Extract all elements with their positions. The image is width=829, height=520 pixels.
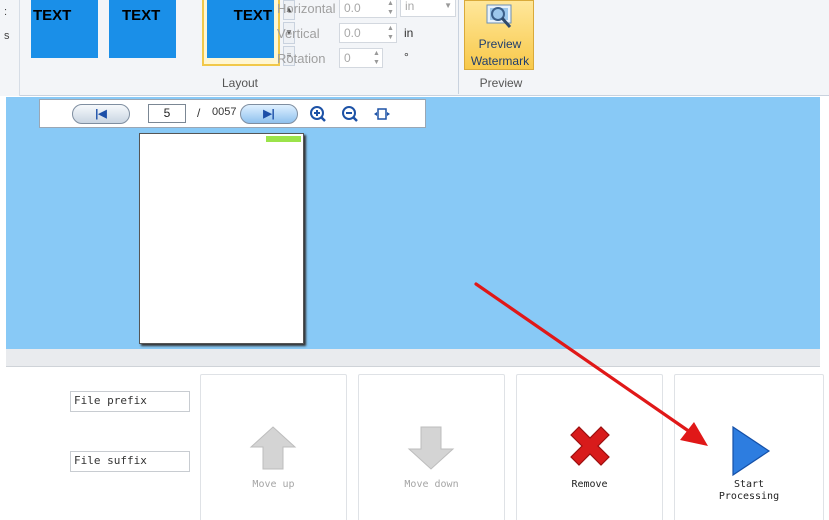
play-icon	[732, 425, 771, 477]
layout-thumbnail-left[interactable]: TEXT	[31, 0, 98, 58]
fit-page-icon[interactable]	[373, 105, 391, 123]
thumbnail-text: TEXT	[233, 7, 272, 24]
left-edge-glyph: :	[4, 6, 8, 18]
horizontal-unit: in	[405, 0, 415, 13]
left-edge-glyph: s	[4, 30, 10, 42]
zoom-in-icon[interactable]	[309, 105, 327, 123]
horizontal-value: 0.0	[344, 1, 361, 15]
page-separator: /	[197, 106, 201, 120]
horizontal-label: Horizontal	[277, 1, 336, 16]
preview-label-line2: Watermark	[470, 54, 530, 68]
rotation-unit: °	[404, 50, 409, 64]
ribbon-left-edge: : s	[0, 0, 20, 96]
thumbnail-text: TEXT	[122, 7, 161, 24]
first-page-button[interactable]: |◀	[72, 104, 130, 124]
preview-group: Preview Watermark Preview	[460, 0, 542, 94]
layout-thumbnail-center[interactable]: TEXT	[109, 0, 176, 58]
preview-label-line1: Preview	[478, 37, 522, 51]
remove-button[interactable]: Remove	[516, 374, 663, 520]
rotation-label: Rotation	[277, 51, 326, 66]
first-page-icon: |◀	[95, 108, 107, 120]
start-label-line1: Start	[733, 479, 765, 490]
horizontal-unit-select[interactable]: in ▼	[400, 0, 456, 17]
layout-thumbnail-right[interactable]: TEXT	[207, 0, 274, 58]
app-window: : s TEXT TEXT TEXT ▲ ▼ ≡ Horizontal 0.0	[0, 0, 829, 520]
zoom-out-icon[interactable]	[341, 105, 359, 123]
preview-group-caption: Preview	[479, 76, 523, 90]
page-total: 0057	[212, 106, 237, 118]
page-number-input[interactable]: 5	[148, 104, 186, 123]
start-processing-label: Start Processing	[675, 479, 823, 503]
panel-divider	[6, 349, 820, 367]
next-page-button[interactable]: ▶|	[240, 104, 298, 124]
remove-label: Remove	[571, 479, 608, 490]
start-label-line2: Processing	[718, 491, 780, 502]
rotation-spinner[interactable]: 0 ▲ ▼	[339, 48, 383, 68]
vertical-spinner[interactable]: 0.0 ▲ ▼	[339, 23, 397, 43]
red-x-icon	[570, 426, 610, 466]
watermark-mark	[266, 136, 301, 142]
vertical-label: Vertical	[277, 26, 320, 41]
horizontal-spinner[interactable]: 0.0 ▲ ▼	[339, 0, 397, 18]
ribbon: : s TEXT TEXT TEXT ▲ ▼ ≡ Horizontal 0.0	[0, 0, 829, 96]
move-up-label: Move up	[252, 479, 295, 490]
document-viewer: |◀ 5 / 0057 ▶|	[6, 97, 820, 349]
file-prefix-field[interactable]: File prefix	[70, 391, 190, 412]
arrow-down-icon	[407, 426, 455, 470]
move-up-button[interactable]: Move up	[200, 374, 347, 520]
page-navigation-bar: |◀ 5 / 0057 ▶|	[39, 99, 426, 128]
rotation-value: 0	[344, 51, 351, 65]
layout-group-caption: Layout	[221, 76, 259, 90]
move-down-label: Move down	[404, 479, 459, 490]
bottom-panel: File prefix File suffix Move up Move dow…	[0, 368, 829, 520]
vertical-value: 0.0	[344, 26, 361, 40]
preview-watermark-button[interactable]: Preview Watermark	[464, 0, 534, 70]
layout-group: TEXT TEXT TEXT ▲ ▼ ≡ Horizontal 0.0 ▲ ▼ i…	[22, 0, 459, 94]
file-suffix-field[interactable]: File suffix	[70, 451, 190, 472]
spin-arrows-icon[interactable]: ▲ ▼	[385, 24, 396, 42]
spin-arrows-icon[interactable]: ▲ ▼	[371, 49, 382, 67]
document-page-preview	[139, 133, 304, 344]
start-processing-button[interactable]: Start Processing	[674, 374, 824, 520]
arrow-up-icon	[249, 426, 297, 470]
preview-watermark-label: Preview Watermark	[465, 36, 535, 70]
spin-arrows-icon[interactable]: ▲ ▼	[385, 0, 396, 17]
magnifier-icon	[486, 4, 512, 28]
move-down-button[interactable]: Move down	[358, 374, 505, 520]
thumbnail-text: TEXT	[33, 7, 72, 24]
vertical-unit: in	[404, 26, 414, 40]
chevron-down-icon: ▼	[444, 1, 452, 10]
next-page-icon: ▶|	[263, 108, 275, 120]
